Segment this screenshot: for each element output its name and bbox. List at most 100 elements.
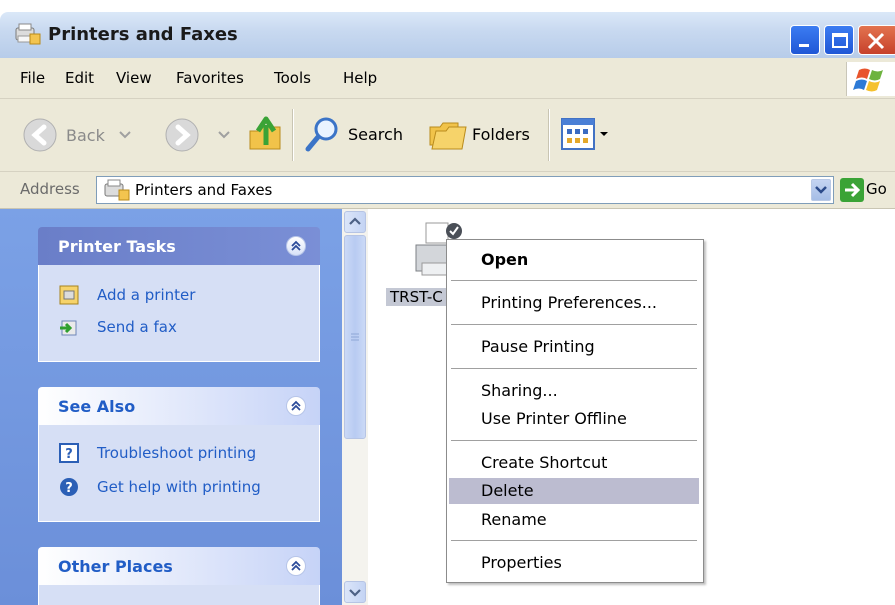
other-places-panel: Other Places <box>38 547 320 605</box>
folders-label: Folders <box>472 124 530 144</box>
go-button[interactable] <box>840 178 864 206</box>
panel-title: Printer Tasks <box>58 237 176 256</box>
search-button[interactable]: Search <box>304 115 403 153</box>
collapse-chevron-icon[interactable] <box>286 556 306 576</box>
close-button[interactable] <box>858 25 895 55</box>
menu-item-label: Properties <box>481 553 562 572</box>
up-folder-button[interactable] <box>246 113 286 153</box>
help-circle-icon: ? <box>60 478 78 496</box>
printer-name-label[interactable]: TRST-C <box>386 288 447 306</box>
panel-title: Other Places <box>58 557 173 576</box>
menu-sharing[interactable]: Sharing... <box>449 378 699 404</box>
double-chevron-up-icon <box>291 240 301 251</box>
task-label: Send a fax <box>97 318 177 336</box>
chevron-down-icon <box>349 589 361 597</box>
scroll-up-button[interactable] <box>344 211 366 233</box>
menu-create-shortcut[interactable]: Create Shortcut <box>449 450 699 476</box>
menu-delete[interactable]: Delete <box>449 478 699 504</box>
see-also-body: ? Troubleshoot printing ? Get help with … <box>38 425 320 522</box>
forward-button[interactable] <box>164 117 234 153</box>
task-label: Get help with printing <box>97 478 261 496</box>
maximize-icon <box>832 33 848 48</box>
see-also-header[interactable]: See Also <box>38 387 320 425</box>
task-pane: Printer Tasks Add a printer Send a fax S… <box>0 209 342 605</box>
views-button[interactable] <box>560 117 610 151</box>
context-menu: Open Printing Preferences... Pause Print… <box>446 239 704 583</box>
menu-favorites[interactable]: Favorites <box>176 69 244 87</box>
send-fax-task[interactable]: Send a fax <box>59 317 177 337</box>
menu-separator <box>451 368 697 369</box>
task-label: Add a printer <box>97 286 196 304</box>
add-printer-task[interactable]: Add a printer <box>59 285 195 305</box>
title-bar[interactable]: Printers and Faxes <box>0 12 895 58</box>
search-label: Search <box>348 124 403 144</box>
menu-item-label: Open <box>481 250 529 269</box>
chevron-down-icon <box>119 131 131 139</box>
menu-file[interactable]: File <box>20 69 45 87</box>
menu-bar: File Edit View Favorites Tools Help <box>0 58 895 99</box>
panel-title: See Also <box>58 397 136 416</box>
address-input[interactable]: Printers and Faxes <box>96 176 834 204</box>
double-chevron-up-icon <box>291 560 301 571</box>
window-title: Printers and Faxes <box>48 24 238 45</box>
toolbar: Back Search Folders <box>0 99 895 172</box>
collapse-chevron-icon[interactable] <box>286 236 306 256</box>
menu-view[interactable]: View <box>116 69 152 87</box>
go-arrow-icon <box>840 178 864 202</box>
menu-use-printer-offline[interactable]: Use Printer Offline <box>449 406 699 432</box>
menu-edit[interactable]: Edit <box>65 69 94 87</box>
forward-arrow-icon <box>165 118 199 152</box>
menu-item-label: Create Shortcut <box>481 453 608 472</box>
chevron-down-icon <box>218 131 230 139</box>
task-pane-scrollbar[interactable] <box>342 209 368 605</box>
menu-separator <box>451 540 697 541</box>
menu-help[interactable]: Help <box>343 69 377 87</box>
add-printer-icon <box>59 285 79 305</box>
printer-tasks-header[interactable]: Printer Tasks <box>38 227 320 265</box>
help-book-icon: ? <box>59 443 79 463</box>
menu-tools[interactable]: Tools <box>274 69 311 87</box>
maximize-button[interactable] <box>824 25 854 55</box>
other-places-header[interactable]: Other Places <box>38 547 320 585</box>
menu-rename[interactable]: Rename <box>449 507 699 533</box>
printer-folder-icon <box>15 23 41 45</box>
see-also-panel: See Also ? Troubleshoot printing ? Get h… <box>38 387 320 522</box>
menu-separator <box>451 440 697 441</box>
menu-item-label: Printing Preferences... <box>481 293 657 312</box>
back-button[interactable]: Back <box>22 117 135 153</box>
folders-button[interactable]: Folders <box>428 115 530 153</box>
up-folder-icon <box>249 116 281 150</box>
printer-folder-icon <box>104 179 130 201</box>
menu-properties[interactable]: Properties <box>449 550 699 576</box>
collapse-chevron-icon[interactable] <box>286 396 306 416</box>
address-bar: Address Printers and Faxes Go <box>0 172 895 209</box>
caret-down-icon <box>600 132 608 136</box>
toolbar-separator <box>292 109 294 161</box>
scroll-thumb[interactable] <box>344 235 366 439</box>
minimize-icon <box>799 44 809 47</box>
menu-open[interactable]: Open <box>449 247 699 273</box>
menu-separator <box>451 280 697 281</box>
chevron-down-icon <box>815 186 827 194</box>
other-places-body <box>38 585 320 605</box>
double-chevron-up-icon <box>291 400 301 411</box>
address-value: Printers and Faxes <box>135 181 273 199</box>
minimize-button[interactable] <box>790 25 820 55</box>
address-dropdown-button[interactable] <box>811 179 831 201</box>
grip-icon <box>351 333 359 341</box>
printer-tasks-body: Add a printer Send a fax <box>38 265 320 362</box>
printer-tasks-panel: Printer Tasks Add a printer Send a fax <box>38 227 320 362</box>
svg-text:?: ? <box>65 481 73 496</box>
menu-item-label: Pause Printing <box>481 337 595 356</box>
go-label[interactable]: Go <box>866 180 887 198</box>
menu-printing-preferences[interactable]: Printing Preferences... <box>449 290 699 316</box>
scroll-down-button[interactable] <box>344 581 366 603</box>
menu-item-label: Sharing... <box>481 381 558 400</box>
menu-pause-printing[interactable]: Pause Printing <box>449 334 699 360</box>
back-label: Back <box>66 125 105 145</box>
address-label: Address <box>20 180 80 198</box>
menu-item-label: Use Printer Offline <box>481 409 627 428</box>
troubleshoot-printing-link[interactable]: ? Troubleshoot printing <box>59 443 256 463</box>
task-label: Troubleshoot printing <box>97 444 257 462</box>
get-help-printing-link[interactable]: ? Get help with printing <box>59 477 261 497</box>
